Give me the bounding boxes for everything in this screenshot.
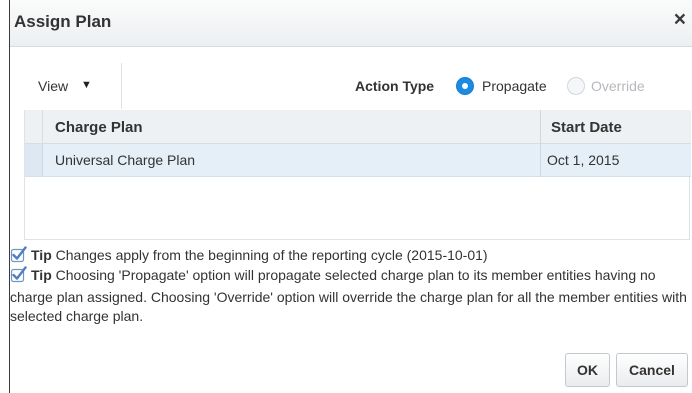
- table-row[interactable]: Universal Charge Plan Oct 1, 2015: [25, 144, 691, 177]
- row-column-separator: [540, 144, 541, 177]
- tip-label: Tip: [31, 247, 52, 263]
- view-menu-button[interactable]: View ▼: [24, 63, 122, 109]
- tip-reporting-cycle: Tip Changes apply from the beginning of …: [10, 246, 692, 268]
- dialog-left-border: [9, 0, 10, 393]
- override-radio-label[interactable]: Override: [591, 78, 645, 94]
- charge-plan-table: Charge Plan Start Date Universal Charge …: [24, 110, 691, 240]
- dialog-header: Assign Plan ×: [10, 0, 692, 47]
- header-row-stub: [25, 110, 43, 143]
- toolbar: View ▼ Action Type Propagate Override: [10, 63, 692, 109]
- action-type-label: Action Type: [355, 78, 435, 94]
- propagate-radio-label[interactable]: Propagate: [482, 78, 547, 94]
- check-icon: [10, 246, 27, 268]
- tip-text: Changes apply from the beginning of the …: [55, 247, 488, 263]
- column-header-charge-plan[interactable]: Charge Plan: [55, 119, 143, 136]
- table-header: Charge Plan Start Date: [25, 110, 691, 144]
- column-header-start-date[interactable]: Start Date: [551, 119, 622, 136]
- ok-button[interactable]: OK: [565, 353, 610, 387]
- row-header-stub[interactable]: [25, 144, 43, 176]
- tip-label: Tip: [31, 267, 52, 283]
- check-icon: [10, 266, 27, 288]
- override-radio[interactable]: [567, 77, 585, 95]
- caret-down-icon: ▼: [81, 79, 92, 91]
- assign-plan-dialog: Assign Plan × View ▼ Action Type Propaga…: [0, 0, 692, 393]
- dialog-title: Assign Plan: [14, 12, 112, 31]
- tip-propagate-override: Tip Choosing 'Propagate' option will pro…: [10, 266, 692, 326]
- tip-text: Choosing 'Propagate' option will propaga…: [10, 267, 687, 324]
- cancel-button[interactable]: Cancel: [616, 353, 688, 387]
- propagate-radio[interactable]: [456, 77, 474, 95]
- view-menu-label: View: [38, 78, 69, 94]
- cell-start-date: Oct 1, 2015: [547, 152, 620, 168]
- cell-charge-plan: Universal Charge Plan: [55, 152, 196, 168]
- close-icon[interactable]: ×: [674, 9, 686, 31]
